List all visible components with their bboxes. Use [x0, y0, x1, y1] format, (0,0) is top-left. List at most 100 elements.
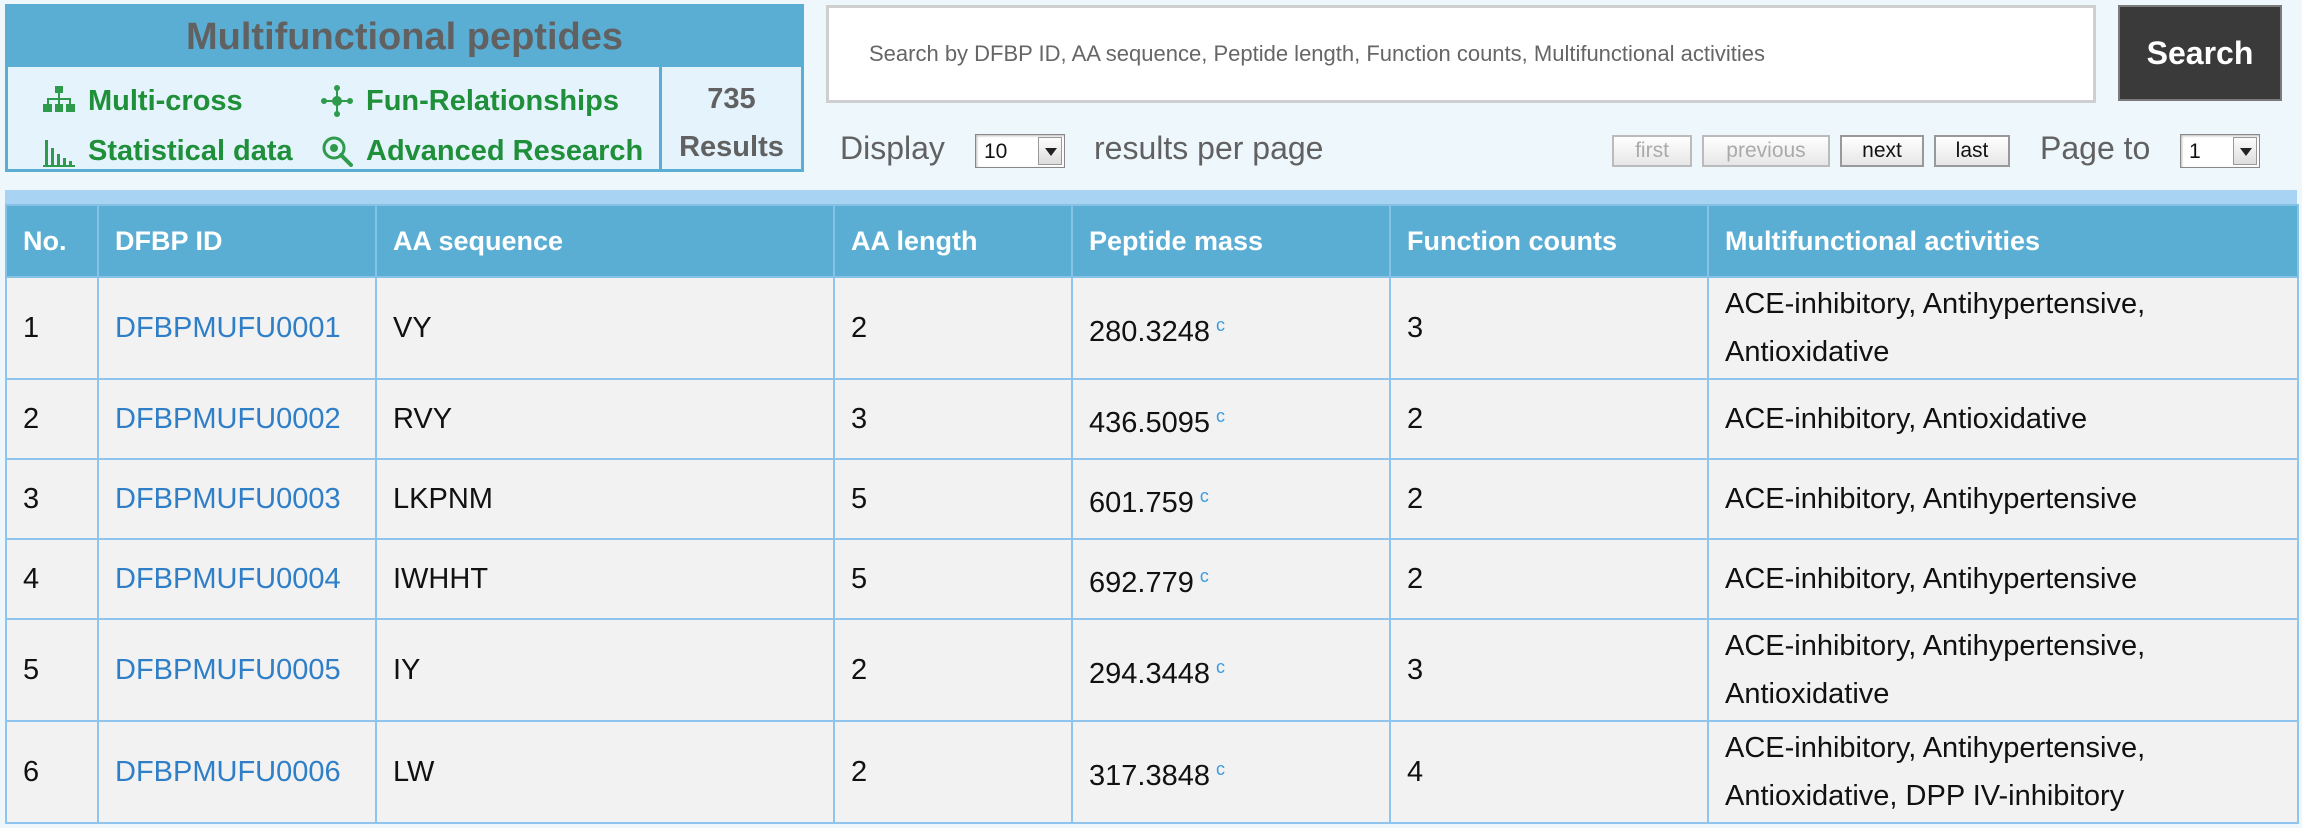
page-to-label: Page to	[2040, 130, 2151, 166]
cell-no: 6	[5, 720, 99, 824]
cell-no: 5	[5, 618, 99, 722]
results-summary: 735 Results	[659, 67, 801, 169]
table-row: 3 DFBPMUFU0003 LKPNM 5 601.759 c 2 ACE-in…	[5, 458, 2299, 540]
chevron-down-icon	[2233, 137, 2257, 165]
cell-aa-length: 2	[833, 720, 1073, 824]
column-header-peptide-mass[interactable]: Peptide mass	[1071, 204, 1391, 278]
multifunctional-panel: Multifunctional peptides Multi-cross Fun…	[5, 4, 804, 172]
cell-function-counts: 2	[1389, 458, 1709, 540]
cell-peptide-mass: 436.5095 c	[1071, 378, 1391, 460]
table-row: 1 DFBPMUFU0001 VY 2 280.3248 c 3 ACE-inhi…	[5, 276, 2299, 380]
results-per-page-select[interactable]: 10	[975, 134, 1065, 168]
previous-page-button[interactable]: previous	[1702, 135, 1830, 167]
dfbp-id-link[interactable]: DFBPMUFU0005	[115, 654, 341, 686]
cell-peptide-mass: 692.779 c	[1071, 538, 1391, 620]
cell-no: 1	[5, 276, 99, 380]
cell-peptide-mass: 317.3848 c	[1071, 720, 1391, 824]
last-page-button[interactable]: last	[1934, 135, 2010, 167]
column-header-multifunctional-activities[interactable]: Multifunctional activities	[1707, 204, 2299, 278]
chevron-down-icon	[1038, 137, 1062, 165]
advanced-research-link[interactable]: Advanced Research	[320, 131, 643, 171]
first-page-button[interactable]: first	[1612, 135, 1692, 167]
search-button[interactable]: Search	[2118, 5, 2282, 101]
calculated-mass-marker[interactable]: c	[1216, 759, 1225, 779]
column-header-aa-sequence[interactable]: AA sequence	[375, 204, 835, 278]
cell-dfbp-id: DFBPMUFU0001	[97, 276, 377, 380]
results-table: No. DFBP ID AA sequence AA length Peptid…	[5, 204, 2299, 824]
cell-dfbp-id: DFBPMUFU0006	[97, 720, 377, 824]
cell-aa-sequence: RVY	[375, 378, 835, 460]
table-row: 4 DFBPMUFU0004 IWHHT 5 692.779 c 2 ACE-in…	[5, 538, 2299, 620]
cell-aa-sequence: IY	[375, 618, 835, 722]
column-header-dfbp-id[interactable]: DFBP ID	[97, 204, 377, 278]
cell-aa-length: 2	[833, 618, 1073, 722]
multi-cross-link[interactable]: Multi-cross	[42, 81, 243, 121]
results-count: 735	[707, 83, 756, 115]
table-row: 2 DFBPMUFU0002 RVY 3 436.5095 c 2 ACE-inh…	[5, 378, 2299, 460]
cell-aa-length: 2	[833, 276, 1073, 380]
peptide-mass-value: 294.3448	[1089, 657, 1210, 690]
column-header-no[interactable]: No.	[5, 204, 99, 278]
page-select[interactable]: 1	[2180, 134, 2260, 168]
table-row: 6 DFBPMUFU0006 LW 2 317.3848 c 4 ACE-inhi…	[5, 720, 2299, 824]
search-input[interactable]	[826, 5, 2096, 103]
cell-multifunctional-activities: ACE-inhibitory, Antihypertensive	[1707, 538, 2299, 620]
peptide-mass-value: 317.3848	[1089, 759, 1210, 792]
hierarchy-icon	[43, 86, 75, 112]
cell-aa-sequence: LKPNM	[375, 458, 835, 540]
fun-relationships-link[interactable]: Fun-Relationships	[320, 81, 619, 121]
dfbp-id-link[interactable]: DFBPMUFU0004	[115, 563, 341, 595]
cell-no: 4	[5, 538, 99, 620]
calculated-mass-marker[interactable]: c	[1216, 315, 1225, 335]
cell-peptide-mass: 294.3448 c	[1071, 618, 1391, 722]
column-header-aa-length[interactable]: AA length	[833, 204, 1073, 278]
dfbp-id-link[interactable]: DFBPMUFU0003	[115, 483, 341, 515]
dfbp-id-link[interactable]: DFBPMUFU0002	[115, 403, 341, 435]
cell-function-counts: 2	[1389, 538, 1709, 620]
results-label: Results	[679, 131, 784, 163]
multi-cross-label: Multi-cross	[88, 84, 243, 117]
cell-multifunctional-activities: ACE-inhibitory, Antihypertensive, Antiox…	[1707, 276, 2299, 380]
cell-aa-length: 3	[833, 378, 1073, 460]
fun-relationships-label: Fun-Relationships	[366, 84, 619, 117]
cell-function-counts: 2	[1389, 378, 1709, 460]
cell-aa-sequence: LW	[375, 720, 835, 824]
results-per-page-label: results per page	[1094, 130, 1324, 166]
column-header-function-counts[interactable]: Function counts	[1389, 204, 1709, 278]
dfbp-id-link[interactable]: DFBPMUFU0006	[115, 756, 341, 788]
cell-aa-sequence: VY	[375, 276, 835, 380]
peptide-mass-value: 601.759	[1089, 486, 1194, 519]
cell-function-counts: 4	[1389, 720, 1709, 824]
cell-aa-sequence: IWHHT	[375, 538, 835, 620]
dfbp-id-link[interactable]: DFBPMUFU0001	[115, 312, 341, 344]
table-header-row: No. DFBP ID AA sequence AA length Peptid…	[5, 204, 2299, 278]
cell-no: 2	[5, 378, 99, 460]
statistical-data-link[interactable]: Statistical data	[42, 131, 293, 171]
display-label: Display	[840, 130, 945, 166]
advanced-research-label: Advanced Research	[366, 134, 644, 167]
cell-multifunctional-activities: ACE-inhibitory, Antihypertensive, Antiox…	[1707, 618, 2299, 722]
calculated-mass-marker[interactable]: c	[1200, 486, 1209, 506]
network-icon	[321, 85, 353, 117]
page-select-value: 1	[2189, 140, 2201, 163]
panel-links: Multi-cross Fun-Relationships Statistica…	[8, 67, 658, 169]
peptide-mass-value: 436.5095	[1089, 406, 1210, 439]
cell-multifunctional-activities: ACE-inhibitory, Antioxidative	[1707, 378, 2299, 460]
magnifier-icon	[322, 136, 353, 167]
peptide-mass-value: 692.779	[1089, 566, 1194, 599]
calculated-mass-marker[interactable]: c	[1216, 406, 1225, 426]
cell-dfbp-id: DFBPMUFU0003	[97, 458, 377, 540]
cell-multifunctional-activities: ACE-inhibitory, Antihypertensive, Antiox…	[1707, 720, 2299, 824]
next-page-button[interactable]: next	[1840, 135, 1924, 167]
cell-dfbp-id: DFBPMUFU0004	[97, 538, 377, 620]
calculated-mass-marker[interactable]: c	[1200, 566, 1209, 586]
peptide-mass-value: 280.3248	[1089, 315, 1210, 348]
calculated-mass-marker[interactable]: c	[1216, 657, 1225, 677]
results-per-page-value: 10	[984, 140, 1008, 163]
cell-dfbp-id: DFBPMUFU0002	[97, 378, 377, 460]
panel-title: Multifunctional peptides	[8, 7, 801, 67]
cell-multifunctional-activities: ACE-inhibitory, Antihypertensive	[1707, 458, 2299, 540]
cell-function-counts: 3	[1389, 276, 1709, 380]
table-top-bar	[5, 190, 2297, 204]
cell-no: 3	[5, 458, 99, 540]
